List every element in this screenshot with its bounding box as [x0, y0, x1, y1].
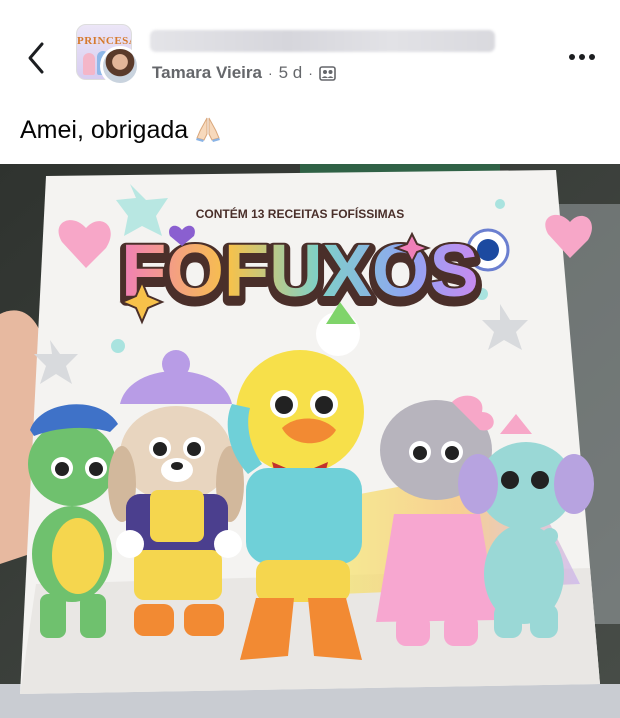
- book-photo-illustration: CONTÉM 13 RECEITAS FOFÍSSIMAS FOFUXOS FO…: [0, 164, 620, 718]
- book-title: FOFUXOS: [121, 229, 479, 312]
- chevron-left-icon: [28, 42, 44, 74]
- post-photo[interactable]: CONTÉM 13 RECEITAS FOFÍSSIMAS FOFUXOS FO…: [0, 164, 620, 718]
- author-avatar[interactable]: [100, 46, 140, 86]
- post-age[interactable]: 5 d: [279, 63, 303, 83]
- more-options-button[interactable]: [562, 40, 602, 74]
- meta-separator: ·: [308, 65, 313, 81]
- group-members-icon: [319, 65, 336, 82]
- back-button[interactable]: [22, 38, 52, 78]
- more-dots-icon: [569, 54, 575, 60]
- post-meta: Tamara Vieira · 5 d ·: [152, 62, 336, 84]
- more-dots-icon: [589, 54, 595, 60]
- meta-separator: ·: [267, 65, 273, 81]
- more-dots-icon: [579, 54, 585, 60]
- author-name[interactable]: Tamara Vieira: [152, 63, 262, 83]
- book-subtitle: CONTÉM 13 RECEITAS FOFÍSSIMAS: [196, 206, 404, 221]
- post-caption: Amei, obrigada: [20, 116, 222, 145]
- post-text: Amei, obrigada: [20, 116, 189, 144]
- group-avatar-figure: [83, 53, 95, 75]
- group-avatar-text: PRINCESA: [77, 35, 132, 47]
- cat-toy: [376, 395, 498, 646]
- folded-hands-emoji-icon: [194, 116, 222, 142]
- avatar-stack[interactable]: PRINCESA: [76, 24, 140, 88]
- post-header: PRINCESA Tamara Vieira · 5 d ·: [0, 0, 620, 100]
- group-name-blurred[interactable]: [150, 30, 495, 52]
